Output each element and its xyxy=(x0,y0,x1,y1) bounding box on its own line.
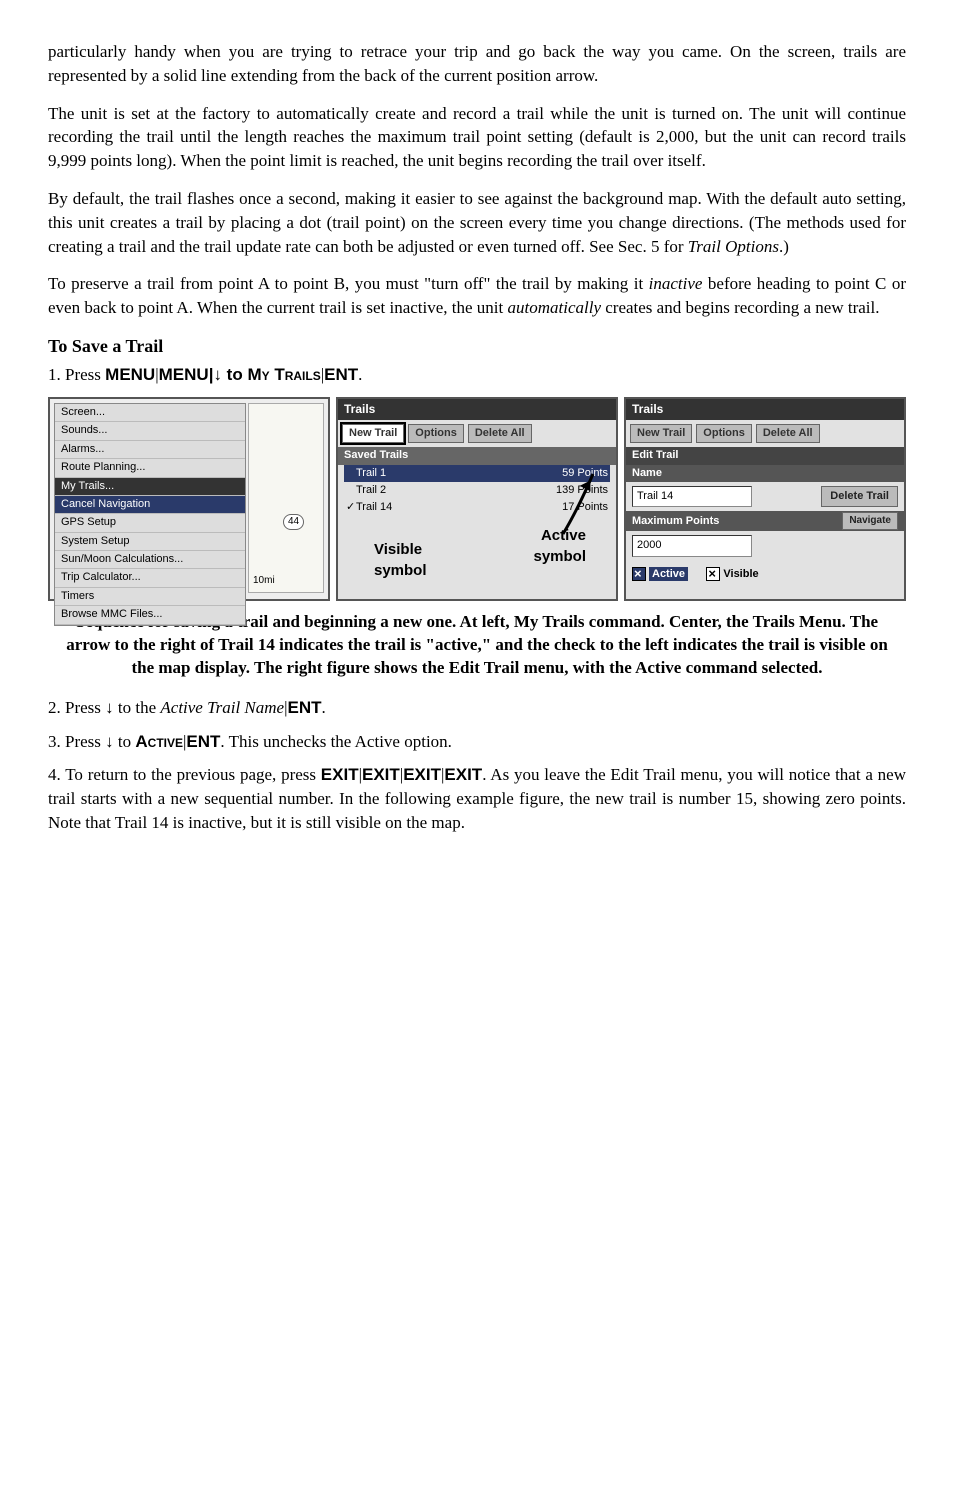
exit-key: EXIT xyxy=(444,765,482,784)
name-label: Name xyxy=(626,465,904,482)
active-label: Active xyxy=(649,567,688,581)
delete-trail-button[interactable]: Delete Trail xyxy=(821,486,898,507)
active-checkbox[interactable] xyxy=(632,567,646,581)
main-menu: Screen... Sounds... Alarms... Route Plan… xyxy=(54,403,246,626)
paragraph-3: By default, the trail flashes once a sec… xyxy=(48,187,906,258)
trail-name-input[interactable]: Trail 14 xyxy=(632,486,752,507)
paragraph-1: particularly handy when you are trying t… xyxy=(48,40,906,88)
exit-key: EXIT xyxy=(403,765,441,784)
paragraph-2: The unit is set at the factory to automa… xyxy=(48,102,906,173)
visible-label: Visible xyxy=(723,568,758,580)
max-points-input[interactable]: 2000 xyxy=(632,535,752,556)
menu-item[interactable]: Sounds... xyxy=(55,422,245,440)
trail-name: Trail 14 xyxy=(356,501,392,513)
ent-key: ENT xyxy=(324,365,358,384)
edit-trail-section: Edit Trail xyxy=(626,447,904,464)
step-1: 1. Press MENU|MENU|↓ to My Trails|ENT. xyxy=(48,363,906,387)
active-key: Active xyxy=(135,732,183,751)
menu-key: MENU xyxy=(159,365,209,384)
menu-item-my-trails[interactable]: My Trails... xyxy=(55,478,245,496)
inactive-term: inactive xyxy=(649,274,703,293)
exit-key: EXIT xyxy=(362,765,400,784)
max-points-label: Maximum Points xyxy=(632,514,719,529)
text: .) xyxy=(779,237,789,256)
checkbox-row: Active Visible xyxy=(632,567,898,582)
menu-item[interactable]: Browse MMC Files... xyxy=(55,606,245,624)
menu-item[interactable]: Timers xyxy=(55,588,245,606)
max-points-field: 2000 xyxy=(632,535,898,556)
delete-all-button[interactable]: Delete All xyxy=(468,424,532,443)
options-button[interactable]: Options xyxy=(696,424,752,443)
paragraph-4: To preserve a trail from point A to poin… xyxy=(48,272,906,320)
trail-name: Trail 1 xyxy=(356,467,386,479)
text: |↓ to xyxy=(209,365,248,384)
new-trail-button[interactable]: New Trail xyxy=(630,424,692,443)
step-2: 2. Press ↓ to the Active Trail Name|ENT. xyxy=(48,696,906,720)
text: 3. Press ↓ to xyxy=(48,732,135,751)
new-trail-button[interactable]: New Trail xyxy=(342,424,404,443)
active-symbol-label: Activesymbol xyxy=(533,525,586,567)
max-points-row: Maximum Points Navigate xyxy=(626,511,904,531)
map-scale: 10mi xyxy=(253,574,275,588)
trails-title: Trails xyxy=(626,399,904,420)
trails-button-row: New Trail Options Delete All xyxy=(338,420,616,447)
trails-button-row: New Trail Options Delete All xyxy=(626,420,904,447)
visible-symbol-label: Visiblesymbol xyxy=(374,539,427,581)
menu-item[interactable]: GPS Setup xyxy=(55,514,245,532)
options-button[interactable]: Options xyxy=(408,424,464,443)
visible-checkbox[interactable] xyxy=(706,567,720,581)
name-row: Trail 14 Delete Trail xyxy=(632,486,898,507)
screenshot-edit-trail-panel: Trails New Trail Options Delete All Edit… xyxy=(624,397,906,601)
step-3: 3. Press ↓ to Active|ENT. This unchecks … xyxy=(48,730,906,754)
menu-item-cancel-nav[interactable]: Cancel Navigation xyxy=(55,496,245,514)
trails-title: Trails xyxy=(338,399,616,420)
text: . This unchecks the Active option. xyxy=(220,732,452,751)
menu-key: MENU xyxy=(105,365,155,384)
text: . xyxy=(358,365,362,384)
delete-all-button[interactable]: Delete All xyxy=(756,424,820,443)
active-trail-name-term: Active Trail Name xyxy=(160,698,284,717)
ent-key: ENT xyxy=(288,698,322,717)
screenshot-trails-panel: Trails New Trail Options Delete All Save… xyxy=(336,397,618,601)
text: To preserve a trail from point A to poin… xyxy=(48,274,649,293)
trail-options-term: Trail Options xyxy=(688,237,779,256)
trail-name: Trail 2 xyxy=(356,484,386,496)
navigate-button[interactable]: Navigate xyxy=(842,512,898,530)
map-marker: 44 xyxy=(283,514,304,530)
automatically-term: automatically xyxy=(508,298,601,317)
text: 2. Press ↓ to the xyxy=(48,698,160,717)
text: creates and begins recording a new trail… xyxy=(601,298,880,317)
save-trail-heading: To Save a Trail xyxy=(48,334,906,359)
visible-check: ✓ xyxy=(346,500,356,515)
menu-item[interactable]: Alarms... xyxy=(55,441,245,459)
menu-item[interactable]: Screen... xyxy=(55,404,245,422)
step-4: 4. To return to the previous page, press… xyxy=(48,763,906,834)
figure-row: Screen... Sounds... Alarms... Route Plan… xyxy=(48,397,906,601)
screenshot-menu-panel: Screen... Sounds... Alarms... Route Plan… xyxy=(48,397,330,601)
text: 4. To return to the previous page, press xyxy=(48,765,321,784)
my-trails-key: My Trails xyxy=(247,365,320,384)
menu-item[interactable]: Trip Calculator... xyxy=(55,569,245,587)
text: 1. Press xyxy=(48,365,105,384)
saved-trails-header: Saved Trails xyxy=(338,447,616,464)
menu-item[interactable]: Route Planning... xyxy=(55,459,245,477)
menu-item[interactable]: System Setup xyxy=(55,533,245,551)
ent-key: ENT xyxy=(186,732,220,751)
menu-item[interactable]: Sun/Moon Calculations... xyxy=(55,551,245,569)
map-preview: 44 10mi xyxy=(248,403,324,593)
exit-key: EXIT xyxy=(321,765,359,784)
text: . xyxy=(322,698,326,717)
